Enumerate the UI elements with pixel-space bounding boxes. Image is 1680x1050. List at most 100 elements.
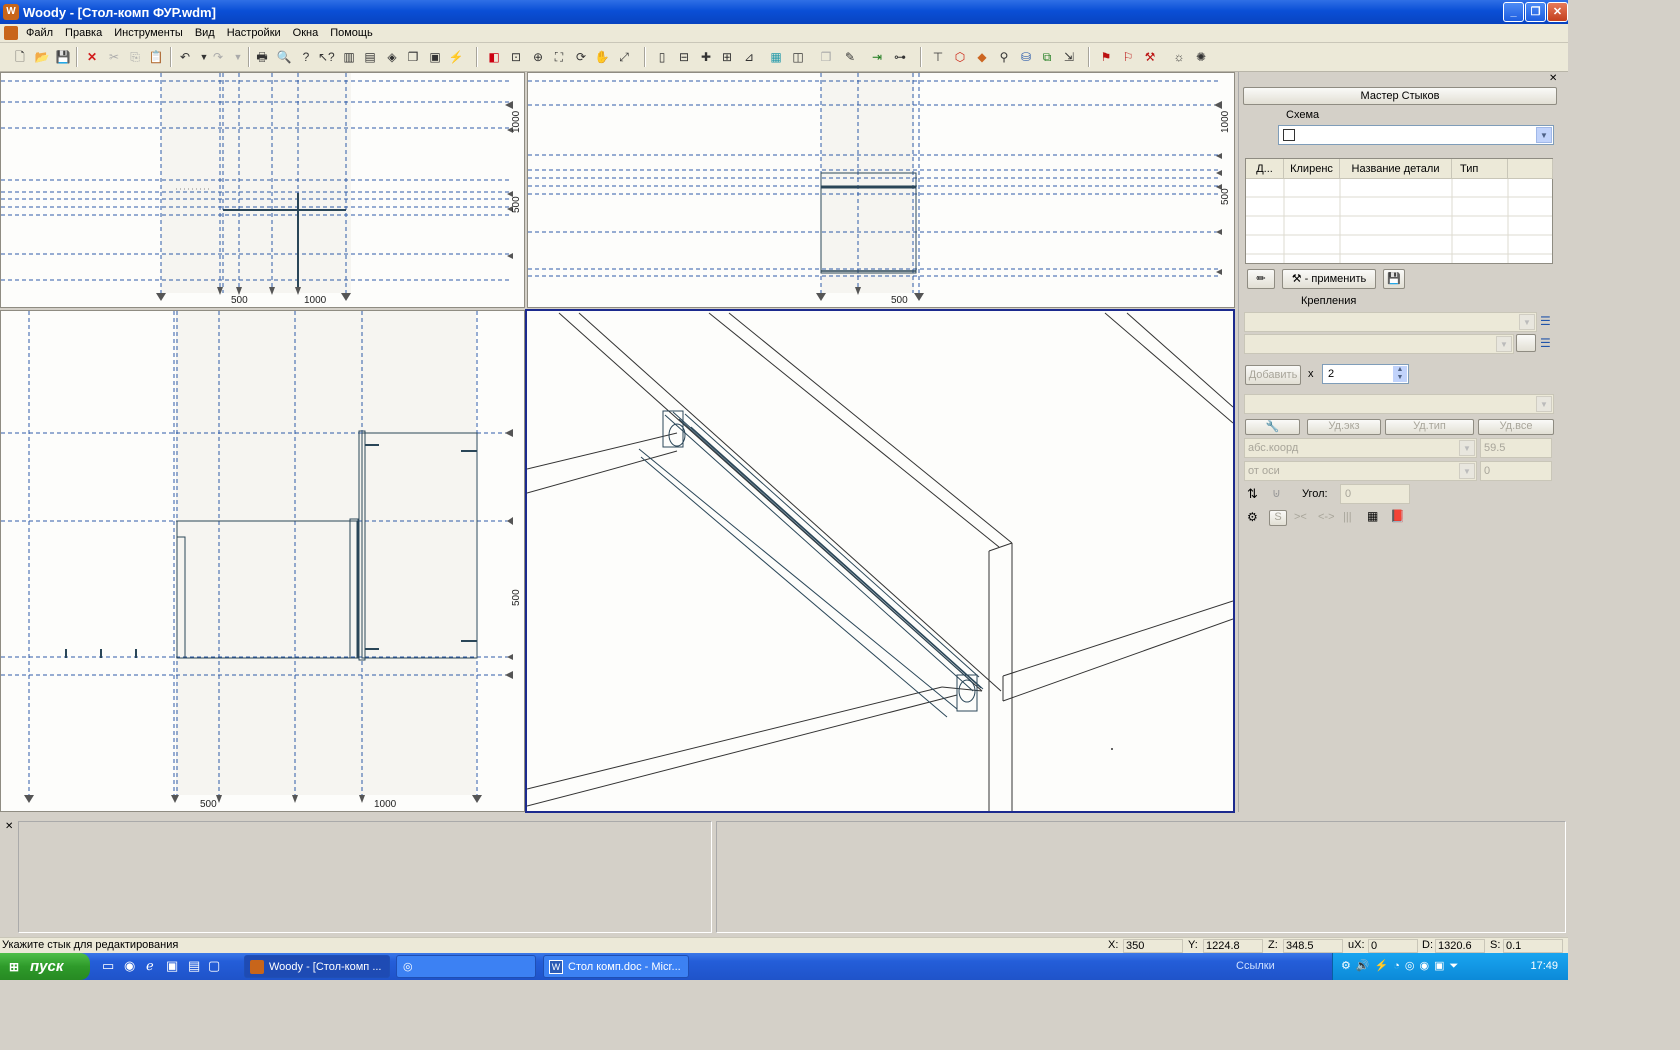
magic-wand-icon[interactable]: ⚡ (448, 49, 464, 65)
stack-icon[interactable]: ❐ (405, 49, 421, 65)
resize-icon[interactable]: ⇲ (1061, 49, 1077, 65)
eraser-button[interactable]: ✏ (1247, 269, 1275, 289)
delete-type-button[interactable]: Уд.тип (1385, 419, 1474, 435)
cylinder-icon[interactable]: ⛁ (1018, 49, 1034, 65)
rotate-icon[interactable]: ⟳ (573, 49, 589, 65)
spinner-arrows-icon[interactable]: ▲ ▼ (1393, 366, 1407, 382)
divider-icon[interactable]: ⊞ (719, 49, 735, 65)
new-file-icon[interactable]: 🗋 (12, 49, 28, 65)
task-woody[interactable]: Woody - [Стол-комп ... (244, 955, 390, 978)
light-icon[interactable]: ✺ (1193, 49, 1209, 65)
coord-mode-select[interactable]: абс.коорд ▼ (1244, 438, 1477, 458)
viewport-bottom-left[interactable]: 500 1000 500 (0, 310, 525, 812)
viewport-top-left[interactable]: 500 1000 1000 500 (0, 72, 525, 308)
panel-icon[interactable]: ▣ (427, 49, 443, 65)
save-joint-button[interactable]: 💾 (1383, 269, 1405, 289)
save-icon[interactable]: 💾 (55, 49, 71, 65)
woody-app-icon[interactable]: W (3, 4, 19, 20)
add-button[interactable]: Добавить (1245, 365, 1301, 385)
render-icon[interactable]: ◆ (974, 49, 990, 65)
col-d[interactable]: Д... (1246, 159, 1284, 179)
close-button[interactable]: ✕ (1547, 2, 1568, 22)
undo-icon[interactable]: ↶ (177, 49, 193, 65)
list-icon-2[interactable]: ☰ (1540, 336, 1551, 350)
properties-icon[interactable]: ▤ (362, 49, 378, 65)
links-label[interactable]: Ссылки (1236, 960, 1275, 972)
help-icon[interactable]: ? (298, 49, 314, 65)
pan-hand-icon[interactable]: ✋ (594, 49, 610, 65)
menu-edit[interactable]: Правка (59, 27, 108, 39)
col-clearance[interactable]: Клиренс (1284, 159, 1340, 179)
print-icon[interactable]: 🖶 (254, 49, 270, 65)
cabinet-icon[interactable]: ▯ (654, 49, 670, 65)
ie-icon[interactable]: ℯ (146, 958, 154, 974)
delete-instance-button[interactable]: Уд.экз (1307, 419, 1381, 435)
menu-help[interactable]: Помощь (324, 27, 379, 39)
viewport-top-right[interactable]: 500 1000 500 (527, 72, 1235, 308)
copy-icon[interactable]: ⎘ (127, 49, 143, 65)
joint-master-icon[interactable]: ⊤ (930, 49, 946, 65)
maximize-button[interactable]: ❐ (1525, 2, 1546, 22)
print-preview-icon[interactable]: 🔍 (276, 49, 292, 65)
zoom-icon[interactable]: ⊕ (530, 49, 546, 65)
zoom-window-icon[interactable]: ⊡ (508, 49, 524, 65)
open-folder-icon[interactable]: 📂 (34, 49, 50, 65)
pin-icon[interactable]: ⚲ (996, 49, 1012, 65)
document-icon[interactable] (4, 26, 18, 40)
split-icon[interactable]: <-> (1318, 511, 1335, 523)
cut-icon[interactable]: ✂ (106, 49, 122, 65)
bars-icon[interactable]: ||| (1343, 511, 1352, 523)
book-icon[interactable]: 📕 (1390, 509, 1405, 523)
menu-view[interactable]: Вид (189, 27, 221, 39)
menu-tools[interactable]: Инструменты (108, 27, 189, 39)
type-select[interactable]: ▼ (1244, 394, 1554, 414)
task-word[interactable]: W Стол комп.doc - Micr... (543, 955, 689, 978)
table-icon[interactable]: ▦ (1367, 509, 1378, 523)
hardware-edit-icon[interactable]: ⚐ (1120, 49, 1136, 65)
shelf-icon[interactable]: ⊟ (676, 49, 692, 65)
panel-close-icon[interactable]: ✕ (1549, 73, 1557, 84)
select-icon[interactable]: ◧ (486, 49, 502, 65)
redo-icon[interactable]: ↷ (210, 49, 226, 65)
panel-title[interactable]: Мастер Стыков (1243, 87, 1557, 105)
edit-panel-icon[interactable]: ⊿ (741, 49, 757, 65)
magnet-icon[interactable]: ⊍ (1272, 486, 1281, 500)
view-3d-icon[interactable]: ⬡ (952, 49, 968, 65)
menu-file[interactable]: Файл (20, 27, 59, 39)
project-icon[interactable]: ▢ (208, 958, 220, 974)
menu-settings[interactable]: Настройки (221, 27, 287, 39)
menu-windows[interactable]: Окна (287, 27, 325, 39)
hardware-delete-icon[interactable]: ⚒ (1142, 49, 1158, 65)
col-part-name[interactable]: Название детали (1340, 159, 1452, 179)
frame-icon[interactable]: ◫ (790, 49, 806, 65)
explorer-icon[interactable]: ▣ (166, 958, 178, 974)
apply-button[interactable]: ⚒ - применить (1282, 269, 1376, 289)
angle-input[interactable]: 0 (1340, 484, 1410, 504)
hierarchy-icon[interactable]: ⊶ (892, 49, 908, 65)
fastening-select-1[interactable]: ▼ (1244, 312, 1537, 332)
multiplier-spinner[interactable]: 2 ▲ ▼ (1322, 364, 1409, 384)
flip-icon[interactable]: ⇅ (1247, 486, 1258, 502)
browse-button[interactable] (1516, 334, 1536, 352)
output-pane-right[interactable] (716, 821, 1566, 933)
columns-icon[interactable]: ▥ (341, 49, 357, 65)
fastening-select-2[interactable]: ▼ (1244, 334, 1514, 354)
app-icon[interactable]: ▤ (188, 958, 200, 974)
layers-icon[interactable]: ◈ (384, 49, 400, 65)
start-button[interactable]: ⊞ пуск (0, 953, 90, 980)
axis-mode-select[interactable]: от оси ▼ (1244, 461, 1477, 481)
output-pane-left[interactable] (18, 821, 712, 933)
browser-icon[interactable]: ◉ (124, 958, 135, 974)
zoom-extents-icon[interactable]: ⛶ (551, 49, 567, 65)
context-help-icon[interactable]: ↖? (318, 49, 335, 65)
col-type[interactable]: Тип (1452, 159, 1508, 179)
viewport-3d[interactable] (525, 309, 1235, 813)
bottom-close-icon[interactable]: ✕ (5, 821, 13, 832)
cross-panel-icon[interactable]: ✚ (698, 49, 714, 65)
redo-list-icon[interactable]: ▼ (230, 49, 246, 65)
task-blank[interactable]: ◎ (396, 955, 536, 978)
insert-icon[interactable]: ⇥ (869, 49, 885, 65)
minimize-button[interactable]: _ (1503, 2, 1524, 22)
copy-part-icon[interactable]: ⧉ (1039, 49, 1055, 65)
fit-icon[interactable]: ⤢ (616, 49, 632, 65)
